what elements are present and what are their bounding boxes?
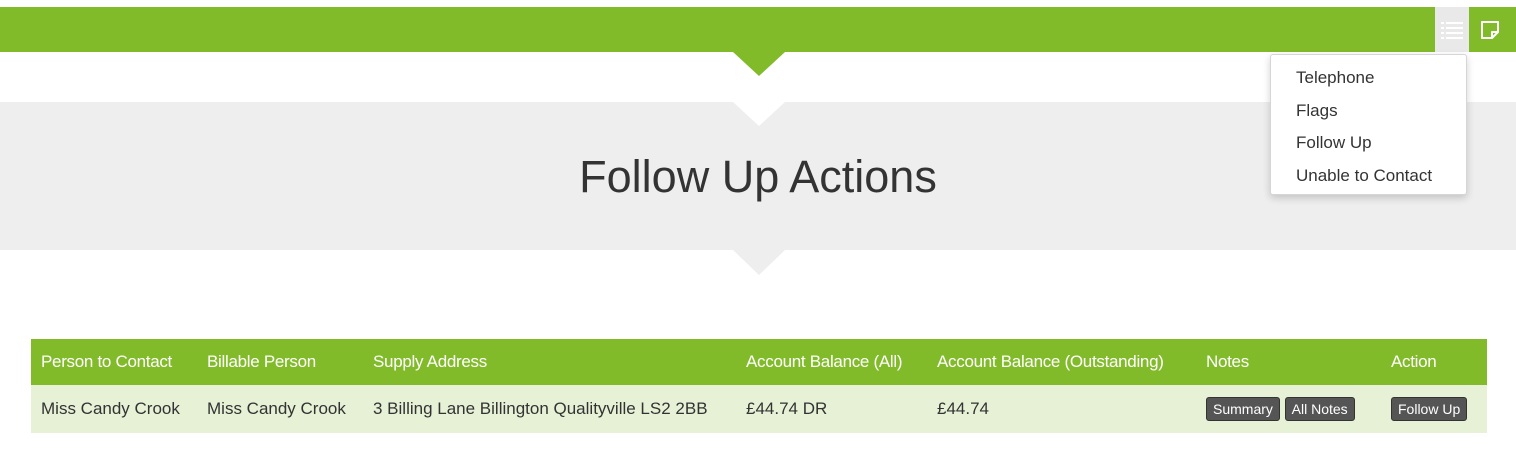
cell-notes: Summary All Notes <box>1196 385 1381 433</box>
sticky-note-icon <box>1481 20 1499 39</box>
list-icon <box>1441 21 1463 39</box>
column-header-person-to-contact: Person to Contact <box>31 339 197 385</box>
table-row: Miss Candy Crook Miss Candy Crook 3 Bill… <box>31 385 1487 433</box>
summary-button[interactable]: Summary <box>1206 397 1280 421</box>
table-header-row: Person to Contact Billable Person Supply… <box>31 339 1487 385</box>
top-bar <box>0 7 1516 52</box>
cell-supply-address: 3 Billing Lane Billington Qualityville L… <box>363 385 736 433</box>
follow-up-table: Person to Contact Billable Person Supply… <box>31 339 1487 433</box>
cell-balance-outstanding: £44.74 <box>927 385 1196 433</box>
menu-item-flags[interactable]: Flags <box>1271 96 1466 129</box>
notes-button[interactable] <box>1473 7 1507 52</box>
cell-action: Follow Up <box>1381 385 1487 433</box>
contact-type-dropdown: Telephone Flags Follow Up Unable to Cont… <box>1270 54 1467 195</box>
column-header-supply-address: Supply Address <box>363 339 736 385</box>
page-header-bottom-notch <box>733 250 785 275</box>
column-header-billable-person: Billable Person <box>197 339 363 385</box>
cell-billable-person: Miss Candy Crook <box>197 385 363 433</box>
all-notes-button[interactable]: All Notes <box>1284 397 1355 421</box>
column-header-balance-all: Account Balance (All) <box>736 339 927 385</box>
follow-up-button[interactable]: Follow Up <box>1391 397 1468 421</box>
cell-person-to-contact: Miss Candy Crook <box>31 385 197 433</box>
column-header-notes: Notes <box>1196 339 1381 385</box>
top-bar-notch <box>733 52 785 76</box>
page-header-top-notch <box>733 102 785 126</box>
menu-item-telephone[interactable]: Telephone <box>1271 63 1466 96</box>
column-header-balance-outstanding: Account Balance (Outstanding) <box>927 339 1196 385</box>
menu-item-follow-up[interactable]: Follow Up <box>1271 128 1466 161</box>
menu-item-unable-to-contact[interactable]: Unable to Contact <box>1271 161 1466 194</box>
menu-list-button[interactable] <box>1435 7 1469 52</box>
cell-balance-all: £44.74 DR <box>736 385 927 433</box>
column-header-action: Action <box>1381 339 1487 385</box>
